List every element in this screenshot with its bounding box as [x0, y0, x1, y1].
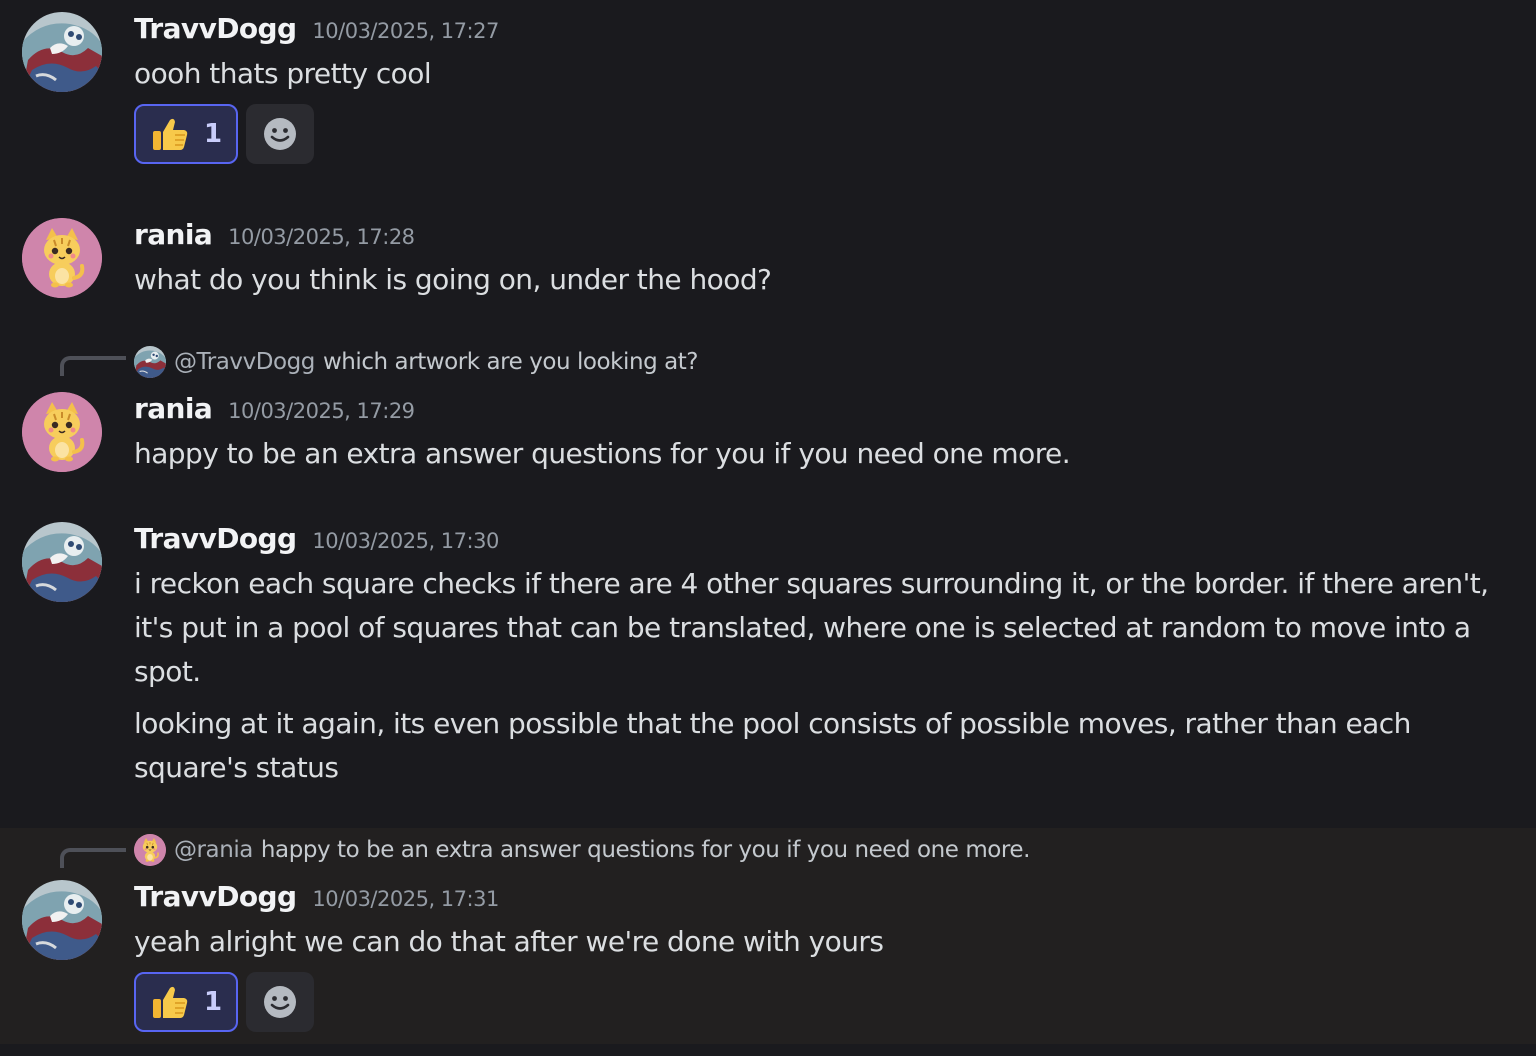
- username[interactable]: rania: [134, 218, 213, 251]
- message-text: what do you think is going on, under the…: [134, 263, 772, 296]
- reactions: 1: [134, 972, 314, 1032]
- avatar[interactable]: [22, 522, 102, 602]
- message-text: yeah alright we can do that after we're …: [134, 925, 884, 958]
- avatar[interactable]: [22, 218, 102, 298]
- message: TravvDogg 10/03/2025, 17:30 i reckon eac…: [0, 500, 1536, 828]
- chat-messages: TravvDogg 10/03/2025, 17:27 oooh thats p…: [0, 0, 1536, 1056]
- message-text: happy to be an extra answer questions fo…: [134, 437, 1071, 470]
- reply-mention[interactable]: @TravvDogg: [174, 349, 315, 375]
- timestamp: 10/03/2025, 17:31: [312, 887, 499, 911]
- message-text: looking at it again, its even possible t…: [134, 707, 1420, 784]
- message-header: TravvDogg 10/03/2025, 17:27: [134, 12, 499, 52]
- reaction-count: 1: [203, 987, 223, 1017]
- message-header: TravvDogg 10/03/2025, 17:31: [134, 880, 499, 920]
- reactions: 1: [134, 104, 314, 164]
- timestamp: 10/03/2025, 17:29: [228, 399, 415, 423]
- reaction-thumbs-up[interactable]: 1: [134, 972, 238, 1032]
- reply-preview[interactable]: happy to be an extra answer questions fo…: [261, 837, 1030, 863]
- message-text: i reckon each square checks if there are…: [134, 567, 1497, 688]
- username[interactable]: rania: [134, 392, 213, 425]
- smiley-face-icon: [262, 116, 298, 152]
- reply-connector: [60, 356, 126, 376]
- reply-avatar: [134, 834, 166, 866]
- message-header: TravvDogg 10/03/2025, 17:30: [134, 522, 499, 562]
- message: rania 10/03/2025, 17:28 what do you thin…: [0, 190, 1536, 330]
- reply-reference[interactable]: @rania happy to be an extra answer quest…: [134, 833, 1030, 867]
- timestamp: 10/03/2025, 17:30: [312, 529, 499, 553]
- timestamp: 10/03/2025, 17:27: [312, 19, 499, 43]
- reply-reference[interactable]: @TravvDogg which artwork are you looking…: [134, 345, 699, 379]
- message-header: rania 10/03/2025, 17:28: [134, 218, 415, 258]
- avatar[interactable]: [22, 12, 102, 92]
- reply-mention[interactable]: @rania: [174, 837, 253, 863]
- message-text: oooh thats pretty cool: [134, 57, 432, 90]
- reply-connector: [60, 848, 126, 868]
- username[interactable]: TravvDogg: [134, 12, 297, 45]
- smiley-face-icon: [262, 984, 298, 1020]
- reply-avatar: [134, 346, 166, 378]
- thumbs-up-icon: [150, 114, 190, 154]
- reply-preview[interactable]: which artwork are you looking at?: [323, 349, 699, 375]
- username[interactable]: TravvDogg: [134, 880, 297, 913]
- avatar[interactable]: [22, 392, 102, 472]
- reaction-thumbs-up[interactable]: 1: [134, 104, 238, 164]
- message: TravvDogg 10/03/2025, 17:27 oooh thats p…: [0, 0, 1536, 190]
- add-reaction-button[interactable]: [246, 972, 314, 1032]
- message-highlighted: @rania happy to be an extra answer quest…: [0, 828, 1536, 1044]
- timestamp: 10/03/2025, 17:28: [228, 225, 415, 249]
- message: @TravvDogg which artwork are you looking…: [0, 330, 1536, 500]
- avatar[interactable]: [22, 880, 102, 960]
- message-header: rania 10/03/2025, 17:29: [134, 392, 415, 432]
- add-reaction-button[interactable]: [246, 104, 314, 164]
- username[interactable]: TravvDogg: [134, 522, 297, 555]
- thumbs-up-icon: [150, 982, 190, 1022]
- reaction-count: 1: [203, 119, 223, 149]
